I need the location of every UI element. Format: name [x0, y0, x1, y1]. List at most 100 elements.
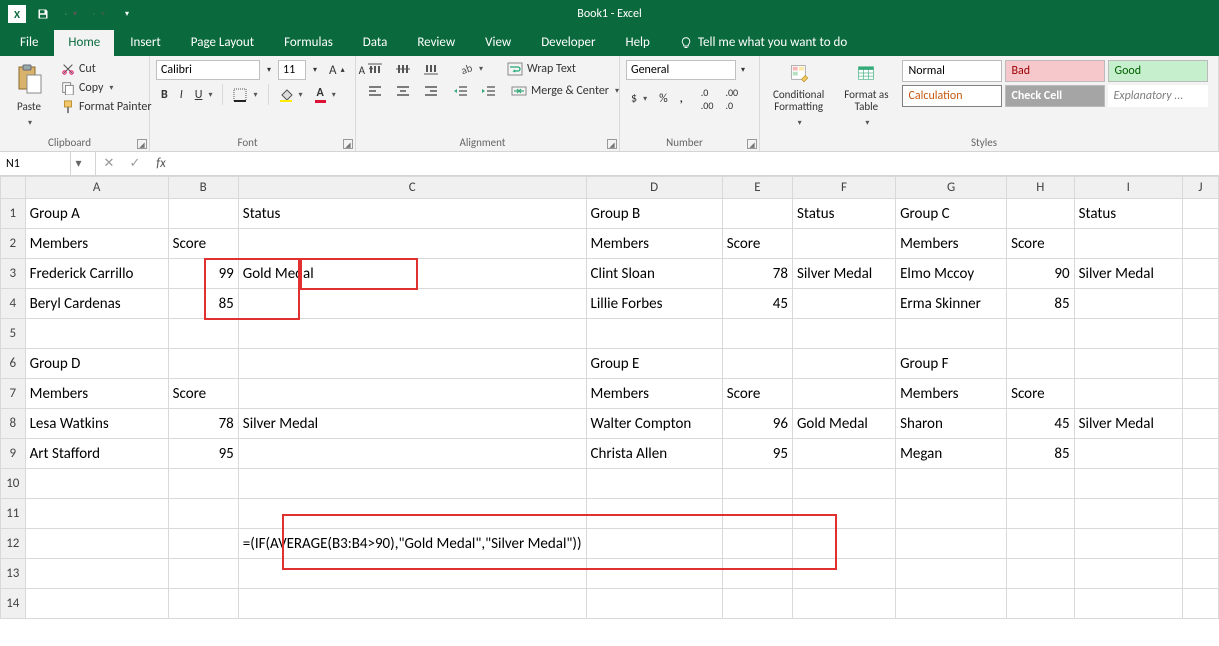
cell-A3[interactable]: Frederick Carrillo: [25, 259, 168, 289]
cell-G2[interactable]: Members: [896, 229, 1007, 259]
tab-home[interactable]: Home: [54, 30, 114, 56]
cell-G8[interactable]: Sharon: [896, 409, 1007, 439]
cell-A11[interactable]: [25, 499, 168, 529]
tab-review[interactable]: Review: [403, 30, 469, 56]
cell-H3[interactable]: 90: [1007, 259, 1075, 289]
cell-D5[interactable]: [586, 319, 722, 349]
cell-G11[interactable]: [896, 499, 1007, 529]
cell-J3[interactable]: [1183, 259, 1219, 289]
cell-J13[interactable]: [1183, 559, 1219, 589]
cell-E10[interactable]: [722, 469, 792, 499]
row-header-3[interactable]: 3: [1, 259, 26, 289]
col-header-H[interactable]: H: [1007, 177, 1075, 199]
col-header-G[interactable]: G: [896, 177, 1007, 199]
cell-B14[interactable]: [168, 589, 238, 619]
cell-B4[interactable]: 85: [168, 289, 238, 319]
cell-F11[interactable]: [792, 499, 895, 529]
font-name-dd[interactable]: ▾: [264, 60, 274, 80]
row-header-2[interactable]: 2: [1, 229, 26, 259]
cell-F4[interactable]: [792, 289, 895, 319]
row-header-10[interactable]: 10: [1, 469, 26, 499]
cell-C11[interactable]: [238, 499, 586, 529]
cell-H12[interactable]: [1007, 529, 1075, 559]
number-format-combo[interactable]: [626, 60, 736, 80]
cell-E14[interactable]: [722, 589, 792, 619]
cell-D14[interactable]: [586, 589, 722, 619]
cell-E12[interactable]: [722, 529, 792, 559]
row-header-7[interactable]: 7: [1, 379, 26, 409]
align-left[interactable]: [362, 82, 388, 100]
cell-G3[interactable]: Elmo Mccoy: [896, 259, 1007, 289]
tab-file[interactable]: File: [6, 30, 52, 56]
cell-F8[interactable]: Gold Medal: [792, 409, 895, 439]
cell-C5[interactable]: [238, 319, 586, 349]
cell-I6[interactable]: [1074, 349, 1182, 379]
cell-H6[interactable]: [1007, 349, 1075, 379]
bold-button[interactable]: B: [156, 84, 173, 105]
cell-B3[interactable]: 99: [168, 259, 238, 289]
cell-I3[interactable]: Silver Medal: [1074, 259, 1182, 289]
select-all-corner[interactable]: [1, 177, 26, 199]
cell-F7[interactable]: [792, 379, 895, 409]
cell-J6[interactable]: [1183, 349, 1219, 379]
cell-B10[interactable]: [168, 469, 238, 499]
cell-D3[interactable]: Clint Sloan: [586, 259, 722, 289]
cell-J2[interactable]: [1183, 229, 1219, 259]
cell-A7[interactable]: Members: [25, 379, 168, 409]
increase-indent[interactable]: [476, 82, 502, 100]
redo-button[interactable]: [88, 3, 110, 25]
cell-G10[interactable]: [896, 469, 1007, 499]
cell-B8[interactable]: 78: [168, 409, 238, 439]
cell-C4[interactable]: [238, 289, 586, 319]
qat-customize[interactable]: ▾: [116, 3, 138, 25]
cell-E13[interactable]: [722, 559, 792, 589]
cell-I5[interactable]: [1074, 319, 1182, 349]
cell-E6[interactable]: [722, 349, 792, 379]
italic-button[interactable]: I: [175, 84, 188, 105]
style-calculation[interactable]: Calculation: [902, 85, 1002, 107]
row-header-8[interactable]: 8: [1, 409, 26, 439]
row-header-5[interactable]: 5: [1, 319, 26, 349]
cell-D8[interactable]: Walter Compton: [586, 409, 722, 439]
cell-A6[interactable]: Group D: [25, 349, 168, 379]
align-bottom[interactable]: [418, 60, 444, 78]
cell-A14[interactable]: [25, 589, 168, 619]
cell-I7[interactable]: [1074, 379, 1182, 409]
format-painter-button[interactable]: Format Painter: [56, 98, 157, 116]
decrease-indent[interactable]: [448, 82, 474, 100]
cell-D4[interactable]: Lillie Forbes: [586, 289, 722, 319]
cell-J11[interactable]: [1183, 499, 1219, 529]
alignment-dialog-launcher[interactable]: ◢: [607, 139, 617, 149]
cell-J8[interactable]: [1183, 409, 1219, 439]
cell-D7[interactable]: Members: [586, 379, 722, 409]
cell-D12[interactable]: [586, 529, 722, 559]
col-header-A[interactable]: A: [25, 177, 168, 199]
percent-format[interactable]: %: [654, 84, 673, 114]
cell-F2[interactable]: [792, 229, 895, 259]
cell-C14[interactable]: [238, 589, 586, 619]
font-size-combo[interactable]: [278, 60, 306, 80]
cell-E8[interactable]: 96: [722, 409, 792, 439]
tab-page-layout[interactable]: Page Layout: [177, 30, 268, 56]
font-name-combo[interactable]: [156, 60, 260, 80]
name-box-dropdown[interactable]: ▾: [70, 152, 86, 175]
undo-button[interactable]: [60, 3, 82, 25]
cell-I11[interactable]: [1074, 499, 1182, 529]
col-header-D[interactable]: D: [586, 177, 722, 199]
cell-B7[interactable]: Score: [168, 379, 238, 409]
cell-B12[interactable]: [168, 529, 238, 559]
cell-C12[interactable]: =(IF(AVERAGE(B3:B4>90),"Gold Medal","Sil…: [238, 529, 586, 559]
cell-B11[interactable]: [168, 499, 238, 529]
cell-G6[interactable]: Group F: [896, 349, 1007, 379]
row-header-12[interactable]: 12: [1, 529, 26, 559]
cell-H10[interactable]: [1007, 469, 1075, 499]
copy-button[interactable]: Copy: [56, 79, 157, 97]
cell-G4[interactable]: Erma Skinner: [896, 289, 1007, 319]
cell-C13[interactable]: [238, 559, 586, 589]
cell-J14[interactable]: [1183, 589, 1219, 619]
font-color-button[interactable]: A: [310, 84, 341, 105]
cell-H13[interactable]: [1007, 559, 1075, 589]
borders-button[interactable]: [228, 84, 262, 105]
cancel-formula-button[interactable]: ✕: [96, 156, 122, 171]
cell-J1[interactable]: [1183, 199, 1219, 229]
